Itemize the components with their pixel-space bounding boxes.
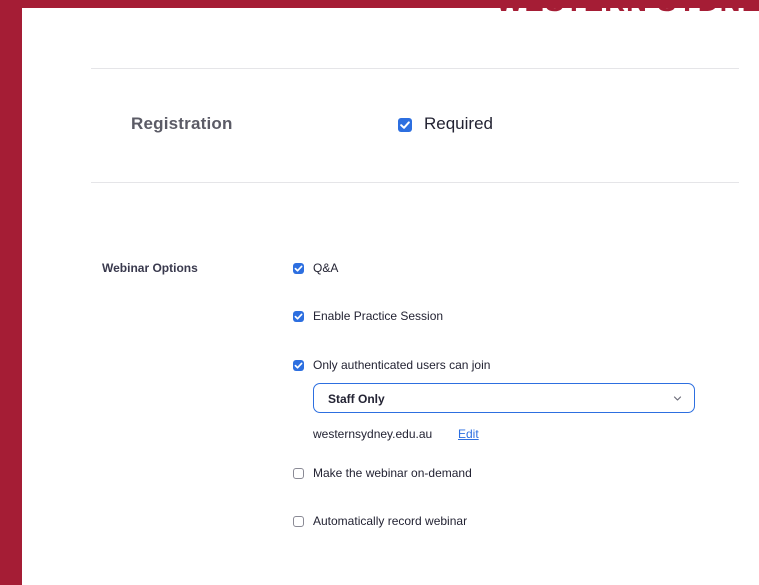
divider: [91, 68, 739, 69]
checkmark-icon: [294, 313, 303, 320]
authentication-option-select[interactable]: Staff Only: [313, 383, 695, 413]
practice-session-checkbox[interactable]: [293, 311, 304, 322]
divider: [91, 182, 739, 183]
authenticated-users-label[interactable]: Only authenticated users can join: [313, 358, 490, 372]
checkmark-icon: [294, 362, 303, 369]
registration-label: Registration: [131, 114, 233, 133]
auto-record-checkbox[interactable]: [293, 516, 304, 527]
chevron-down-icon: [673, 396, 682, 401]
qa-label[interactable]: Q&A: [313, 261, 338, 275]
on-demand-label[interactable]: Make the webinar on-demand: [313, 466, 472, 480]
checkmark-icon: [294, 265, 303, 272]
auto-record-label[interactable]: Automatically record webinar: [313, 514, 467, 528]
on-demand-checkbox[interactable]: [293, 468, 304, 479]
practice-session-label[interactable]: Enable Practice Session: [313, 309, 443, 323]
authenticated-users-checkbox[interactable]: [293, 360, 304, 371]
authentication-domain: westernsydney.edu.au: [313, 427, 433, 441]
webinar-options-label: Webinar Options: [102, 261, 198, 275]
brand-logo-text: WESTERN SYDNEY: [496, 8, 759, 19]
registration-required-label[interactable]: Required: [424, 114, 493, 134]
edit-domain-link[interactable]: Edit: [458, 427, 479, 441]
checkmark-icon: [400, 121, 410, 129]
qa-checkbox[interactable]: [293, 263, 304, 274]
authentication-option-value: Staff Only: [328, 392, 385, 406]
settings-panel: WESTERN SYDNEY Registration Required Web…: [22, 8, 759, 585]
registration-required-checkbox[interactable]: [398, 118, 412, 132]
